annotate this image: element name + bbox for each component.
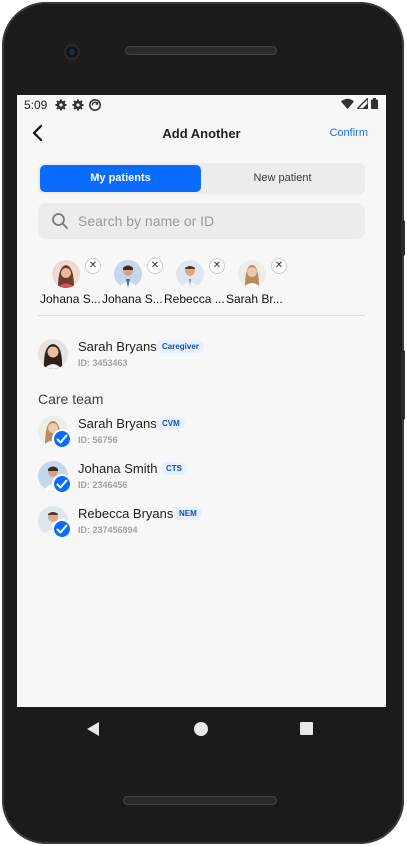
chip-name: Johana S... <box>40 292 101 306</box>
android-nav-bar <box>17 707 386 753</box>
status-bar: 5:09 <box>17 95 386 115</box>
selected-check <box>52 519 72 539</box>
tab-my-patients[interactable]: My patients <box>40 165 201 192</box>
avatar <box>176 260 204 288</box>
contact-name: Sarah Bryans <box>78 339 157 354</box>
search-icon <box>52 213 68 229</box>
chip-name: Johana S... <box>102 292 163 306</box>
wifi-icon <box>341 98 354 109</box>
care-team-row[interactable]: Rebecca Bryans NEM ID: 237456894 <box>38 506 365 546</box>
primary-contact-row[interactable]: Sarah Bryans Caregiver ID: 3453463 <box>38 339 365 379</box>
app-header: Add Another Confirm <box>17 117 386 151</box>
gear-icon <box>72 99 84 111</box>
member-name: Johana Smith <box>78 461 158 476</box>
divider <box>38 315 365 316</box>
status-time: 5:09 <box>24 98 48 112</box>
avatar <box>114 260 142 288</box>
nav-back-icon[interactable] <box>87 722 99 736</box>
role-badge: Caregiver <box>157 340 204 353</box>
avatar <box>38 339 68 369</box>
power-button <box>401 350 405 420</box>
member-id: ID: 56756 <box>78 435 118 445</box>
role-badge: CVM <box>157 417 185 430</box>
close-icon[interactable]: ✕ <box>209 258 225 274</box>
selected-chip: ✕ Rebecca ... <box>162 255 226 311</box>
role-badge: NEM <box>174 507 202 520</box>
chevron-left-icon <box>32 124 43 142</box>
selected-chip: ✕ Johana S... <box>38 255 102 311</box>
care-team-row[interactable]: Sarah Bryans CVM ID: 56756 <box>38 416 365 456</box>
back-button[interactable] <box>31 123 51 145</box>
selected-patients: ✕ Johana S... ✕ Johana S... ✕ Rebecca ..… <box>17 255 386 315</box>
avatar <box>52 260 80 288</box>
selected-check <box>52 474 72 494</box>
earpiece-speaker <box>125 46 277 55</box>
front-camera <box>64 44 80 60</box>
checkmark-icon <box>56 524 68 534</box>
member-name: Rebecca Bryans <box>78 506 174 521</box>
signal-icon <box>357 98 368 109</box>
app-screen: 5:09 Add Another Confirm My patients New… <box>17 95 386 707</box>
chip-name: Rebecca ... <box>164 292 225 306</box>
selected-chip: ✕ Sarah Br... <box>224 255 288 311</box>
volume-button <box>401 220 405 256</box>
confirm-button[interactable]: Confirm <box>329 127 368 139</box>
avatar <box>238 260 266 288</box>
member-name: Sarah Bryans <box>78 416 157 431</box>
role-badge: CTS <box>161 462 187 475</box>
member-id: ID: 237456894 <box>78 525 138 535</box>
bottom-speaker <box>123 796 277 805</box>
search-bar <box>38 203 365 239</box>
checkmark-icon <box>56 479 68 489</box>
member-id: ID: 2346456 <box>78 480 128 490</box>
sync-icon <box>89 99 102 111</box>
chip-name: Sarah Br... <box>226 292 283 306</box>
section-heading: Care team <box>38 391 104 407</box>
close-icon[interactable]: ✕ <box>271 258 287 274</box>
selected-chip: ✕ Johana S... <box>100 255 164 311</box>
nav-recents-icon[interactable] <box>300 722 313 735</box>
close-icon[interactable]: ✕ <box>85 258 101 274</box>
search-input[interactable] <box>78 203 358 239</box>
tab-new-patient[interactable]: New patient <box>202 165 363 192</box>
care-team-row[interactable]: Johana Smith CTS ID: 2346456 <box>38 461 365 501</box>
close-icon[interactable]: ✕ <box>147 258 163 274</box>
contact-id: ID: 3453463 <box>78 358 128 368</box>
gear-icon <box>55 99 67 111</box>
checkmark-icon <box>56 434 68 444</box>
nav-home-icon[interactable] <box>194 722 208 736</box>
battery-icon <box>371 98 378 109</box>
selected-check <box>52 429 72 449</box>
patient-tabs: My patients New patient <box>38 163 365 194</box>
